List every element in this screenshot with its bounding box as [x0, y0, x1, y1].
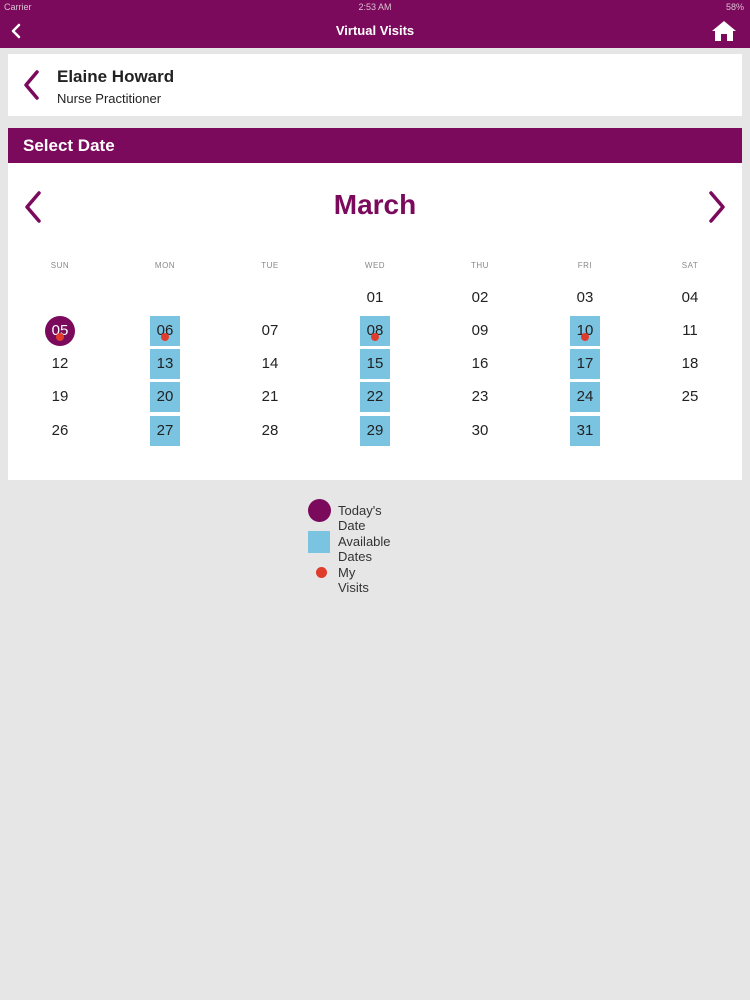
day-cell: 12 — [45, 349, 75, 379]
day-number: 13 — [156, 355, 174, 372]
day-cell[interactable]: 05 — [45, 316, 75, 346]
weekday-6: SAT — [681, 261, 699, 270]
day-cell[interactable]: 22 — [360, 382, 390, 412]
month-title: March — [333, 189, 417, 220]
day-number: 22 — [366, 388, 384, 405]
day-number: 16 — [471, 355, 489, 372]
calendar: March SUN MON TUE WED THU FRI SAT 01 02 03 04 05 06 0… — [8, 163, 742, 480]
day-cell[interactable]: 29 — [360, 416, 390, 446]
back-chevron-icon[interactable] — [20, 68, 44, 102]
day-cell: 18 — [675, 349, 705, 379]
visit-dot-icon — [56, 333, 64, 341]
visit-dot-icon — [371, 333, 379, 341]
day-cell[interactable]: 06 — [150, 316, 180, 346]
day-number: 19 — [51, 388, 69, 405]
provider-role: Nurse Practitioner — [57, 91, 162, 106]
visit-dot-icon — [161, 333, 169, 341]
day-cell: 16 — [465, 349, 495, 379]
day-number: 01 — [366, 289, 384, 306]
day-cell[interactable]: 31 — [570, 416, 600, 446]
day-number: 30 — [471, 422, 489, 439]
available-marker-icon — [308, 531, 330, 553]
day-cell: 14 — [255, 349, 285, 379]
day-cell: 02 — [465, 283, 495, 313]
day-number: 02 — [471, 289, 489, 306]
day-number: 27 — [156, 422, 174, 439]
day-number: 17 — [576, 355, 594, 372]
day-cell: 19 — [45, 382, 75, 412]
legend-today-label: Today's Date — [338, 503, 382, 533]
home-icon[interactable] — [710, 18, 738, 44]
day-number: 20 — [156, 388, 174, 405]
day-cell[interactable]: 27 — [150, 416, 180, 446]
nav-bar: Virtual Visits — [0, 14, 750, 48]
day-number: 31 — [576, 422, 594, 439]
day-cell[interactable]: 15 — [360, 349, 390, 379]
weekday-2: TUE — [261, 261, 279, 270]
provider-name: Elaine Howard — [57, 67, 175, 86]
day-number: 15 — [366, 355, 384, 372]
weekday-5: FRI — [577, 261, 593, 270]
day-number: 03 — [576, 289, 594, 306]
battery-level: 58% — [725, 2, 744, 12]
legend-available-label: Available Dates — [338, 534, 391, 564]
today-marker-icon — [308, 499, 331, 522]
day-cell: 30 — [465, 416, 495, 446]
status-bar: Carrier 2:53 AM 58% — [0, 0, 750, 14]
day-cell: 28 — [255, 416, 285, 446]
day-number: 07 — [261, 322, 279, 339]
day-number: 24 — [576, 388, 594, 405]
provider-card: Elaine Howard Nurse Practitioner — [8, 54, 742, 116]
day-number: 09 — [471, 322, 489, 339]
clock: 2:53 AM — [358, 2, 392, 12]
weekday-4: THU — [471, 261, 489, 270]
visit-dot-icon — [581, 333, 589, 341]
day-cell: 23 — [465, 382, 495, 412]
weekday-3: WED — [364, 261, 386, 270]
day-cell[interactable]: 17 — [570, 349, 600, 379]
day-cell: 04 — [675, 283, 705, 313]
day-cell[interactable]: 24 — [570, 382, 600, 412]
day-number: 21 — [261, 388, 279, 405]
day-cell: 03 — [570, 283, 600, 313]
day-number: 11 — [682, 322, 698, 339]
day-cell[interactable]: 08 — [360, 316, 390, 346]
day-cell[interactable]: 13 — [150, 349, 180, 379]
day-number: 18 — [681, 355, 699, 372]
day-cell: 09 — [465, 316, 495, 346]
day-number: 14 — [261, 355, 279, 372]
weekday-1: MON — [154, 261, 176, 270]
visit-marker-icon — [316, 567, 327, 578]
day-cell: 21 — [255, 382, 285, 412]
select-date-header: Select Date — [8, 128, 742, 163]
weekday-0: SUN — [50, 261, 70, 270]
day-cell: 26 — [45, 416, 75, 446]
day-cell: 07 — [255, 316, 285, 346]
day-number: 29 — [366, 422, 384, 439]
day-number: 25 — [681, 388, 699, 405]
day-cell: 11 — [675, 316, 705, 346]
legend-visits-label: My Visits — [338, 565, 369, 595]
day-number: 26 — [51, 422, 69, 439]
day-number: 28 — [261, 422, 279, 439]
day-number: 04 — [681, 289, 699, 306]
day-number: 23 — [471, 388, 489, 405]
nav-title: Virtual Visits — [335, 23, 415, 38]
day-cell[interactable]: 20 — [150, 382, 180, 412]
next-month-icon[interactable] — [704, 189, 730, 225]
section-title: Select Date — [23, 136, 115, 155]
day-cell: 01 — [360, 283, 390, 313]
day-number: 12 — [51, 355, 69, 372]
day-cell[interactable]: 10 — [570, 316, 600, 346]
day-cell: 25 — [675, 382, 705, 412]
